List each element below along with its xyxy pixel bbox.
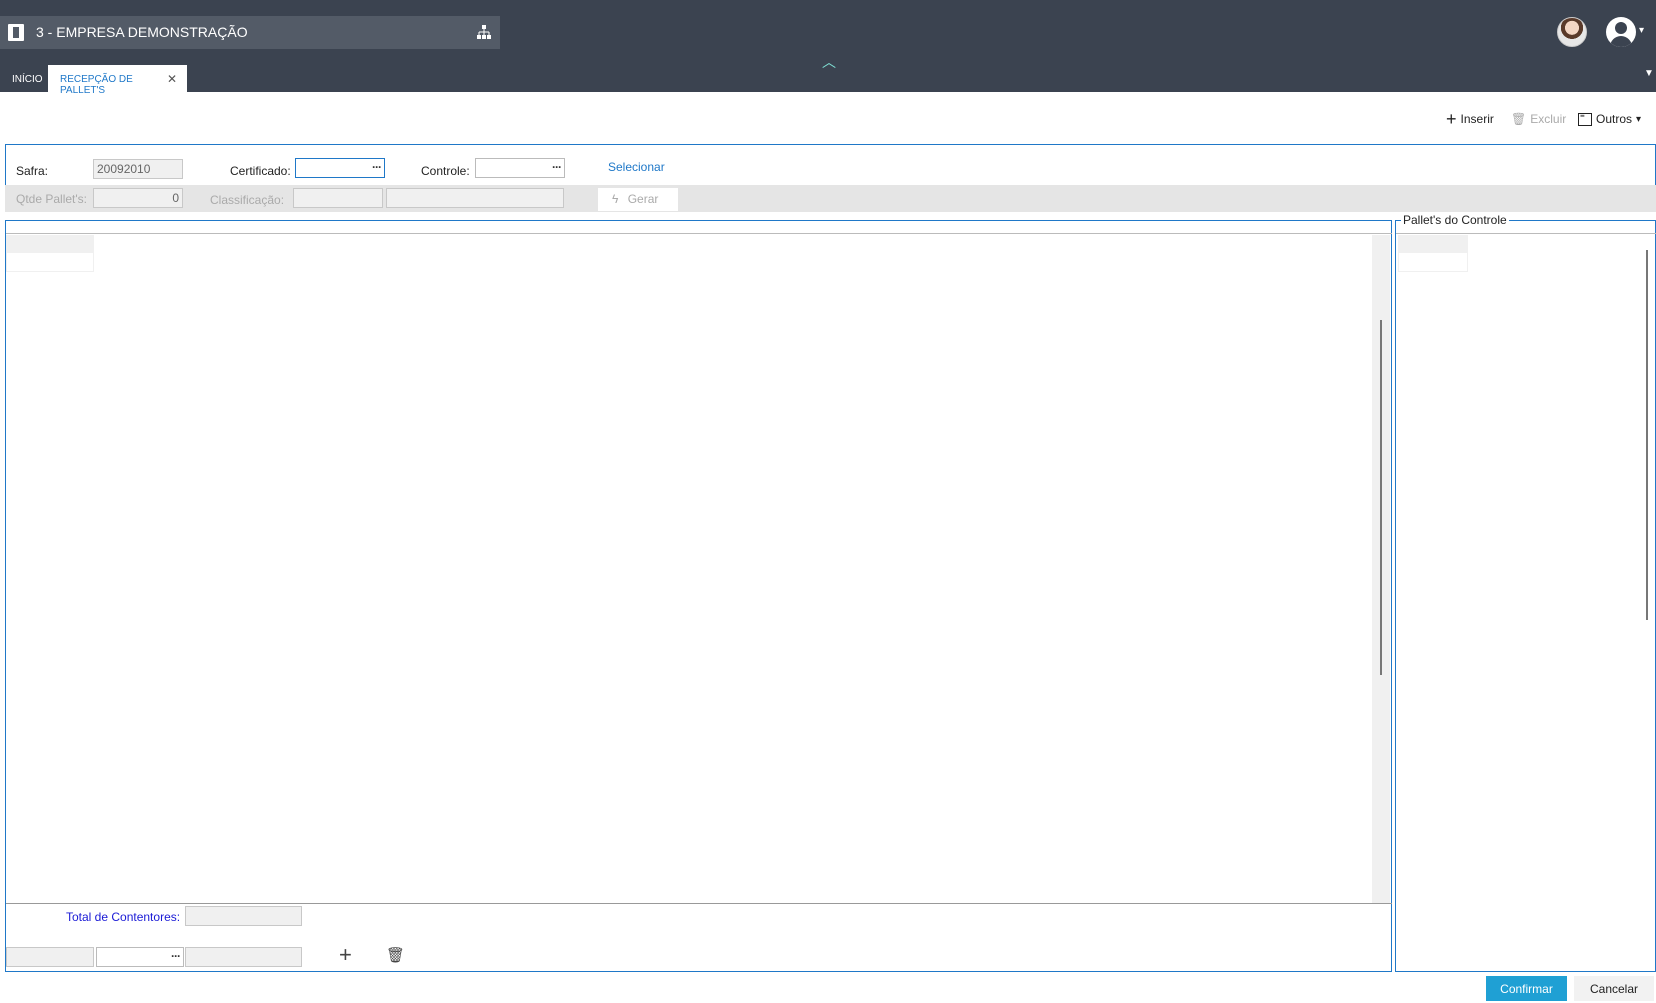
others-label: Outros (1596, 112, 1633, 126)
bottom-field-1[interactable] (6, 947, 94, 967)
side-scrollbar[interactable] (1640, 235, 1654, 970)
gerar-label: Gerar (627, 192, 659, 206)
org-chart-icon[interactable] (476, 24, 492, 40)
main-grid-panel (5, 220, 1392, 972)
total-contentores-field[interactable] (185, 906, 302, 926)
close-icon[interactable]: ✕ (167, 72, 177, 86)
insert-label: Inserir (1460, 112, 1494, 126)
total-contentores-label: Total de Contentores: (66, 910, 181, 924)
assistant-avatar[interactable] (1557, 17, 1587, 47)
lookup-dots-icon[interactable]: ··· (552, 160, 562, 174)
tab-recepcao-pallets[interactable]: RECEPÇÃO DE PALLET'S ✕ (48, 65, 187, 96)
tab-inicio-label: INÍCIO (12, 74, 43, 85)
tab-recepcao-label: RECEPÇÃO DE PALLET'S (60, 74, 133, 96)
classificacao-code-field[interactable] (293, 188, 383, 208)
side-grid-divider (1396, 233, 1656, 234)
grid-divider (6, 233, 1392, 234)
side-grid-row-cell[interactable] (1398, 252, 1468, 272)
classificacao-label: Classificação: (210, 193, 285, 207)
building-icon (8, 24, 24, 41)
selecionar-link[interactable]: Selecionar (608, 160, 665, 174)
delete-label: Excluir (1530, 112, 1567, 126)
others-button[interactable]: ≡ Outros ▾ (1578, 111, 1642, 126)
qtde-pallets-label: Qtde Pallet's: (16, 192, 87, 206)
trash-icon: 🗑 (1511, 112, 1527, 126)
side-grid-header-cell (1398, 235, 1468, 252)
bottom-field-3[interactable] (185, 947, 302, 967)
chevron-down-icon[interactable]: ▾ (1639, 25, 1644, 36)
delete-row-icon[interactable]: 🗑 (386, 946, 405, 964)
company-selector[interactable]: 3 - EMPRESA DEMONSTRAÇÃO (0, 16, 500, 49)
certificado-label: Certificado: (230, 164, 291, 178)
lightning-icon: ϟ (612, 192, 619, 206)
grid-bottom-border (6, 903, 1392, 904)
cancel-button[interactable]: Cancelar (1574, 976, 1654, 1001)
lookup-dots-icon[interactable]: ··· (372, 160, 382, 174)
controle-label: Controle: (421, 164, 470, 178)
menu-dropdown-icon[interactable]: ▼ (1644, 68, 1654, 79)
controle-field[interactable]: ··· (475, 158, 565, 178)
grid-scrollbar[interactable] (1372, 235, 1390, 903)
confirm-button[interactable]: Confirmar (1486, 976, 1567, 1001)
grid-row-cell[interactable] (6, 252, 94, 272)
safra-field[interactable]: 20092010 (93, 159, 183, 179)
safra-label: Safra: (16, 164, 49, 178)
insert-button[interactable]: + Inserir (1446, 109, 1494, 129)
certificado-field[interactable]: ··· (295, 158, 385, 178)
company-name: 3 - EMPRESA DEMONSTRAÇÃO (36, 24, 248, 40)
grid-scrollbar-thumb[interactable] (1380, 320, 1382, 675)
gerar-button[interactable]: ϟ Gerar (598, 188, 678, 211)
side-scrollbar-thumb[interactable] (1646, 250, 1648, 620)
qtde-pallets-field[interactable]: 0 (93, 188, 183, 208)
pallets-controle-title: Pallet's do Controle (1401, 213, 1509, 227)
chevron-down-icon: ▾ (1636, 113, 1642, 125)
delete-button[interactable]: 🗑 Excluir (1511, 112, 1566, 126)
grid-header-cell (6, 235, 94, 252)
chevron-up-icon[interactable]: ︿ (822, 52, 836, 72)
lookup-dots-icon[interactable]: ··· (171, 949, 181, 963)
plus-icon: + (1446, 109, 1457, 129)
list-icon: ≡ (1578, 111, 1592, 126)
toolbar: + Inserir 🗑 Excluir ≡ Outros ▾ (1446, 109, 1656, 132)
tab-inicio[interactable]: INÍCIO (0, 65, 53, 92)
user-avatar[interactable] (1606, 17, 1636, 47)
pallets-controle-panel (1395, 220, 1656, 972)
add-row-icon[interactable]: + (339, 942, 352, 968)
classificacao-desc-field[interactable] (386, 188, 564, 208)
bottom-lookup-field[interactable]: ··· (96, 947, 184, 967)
